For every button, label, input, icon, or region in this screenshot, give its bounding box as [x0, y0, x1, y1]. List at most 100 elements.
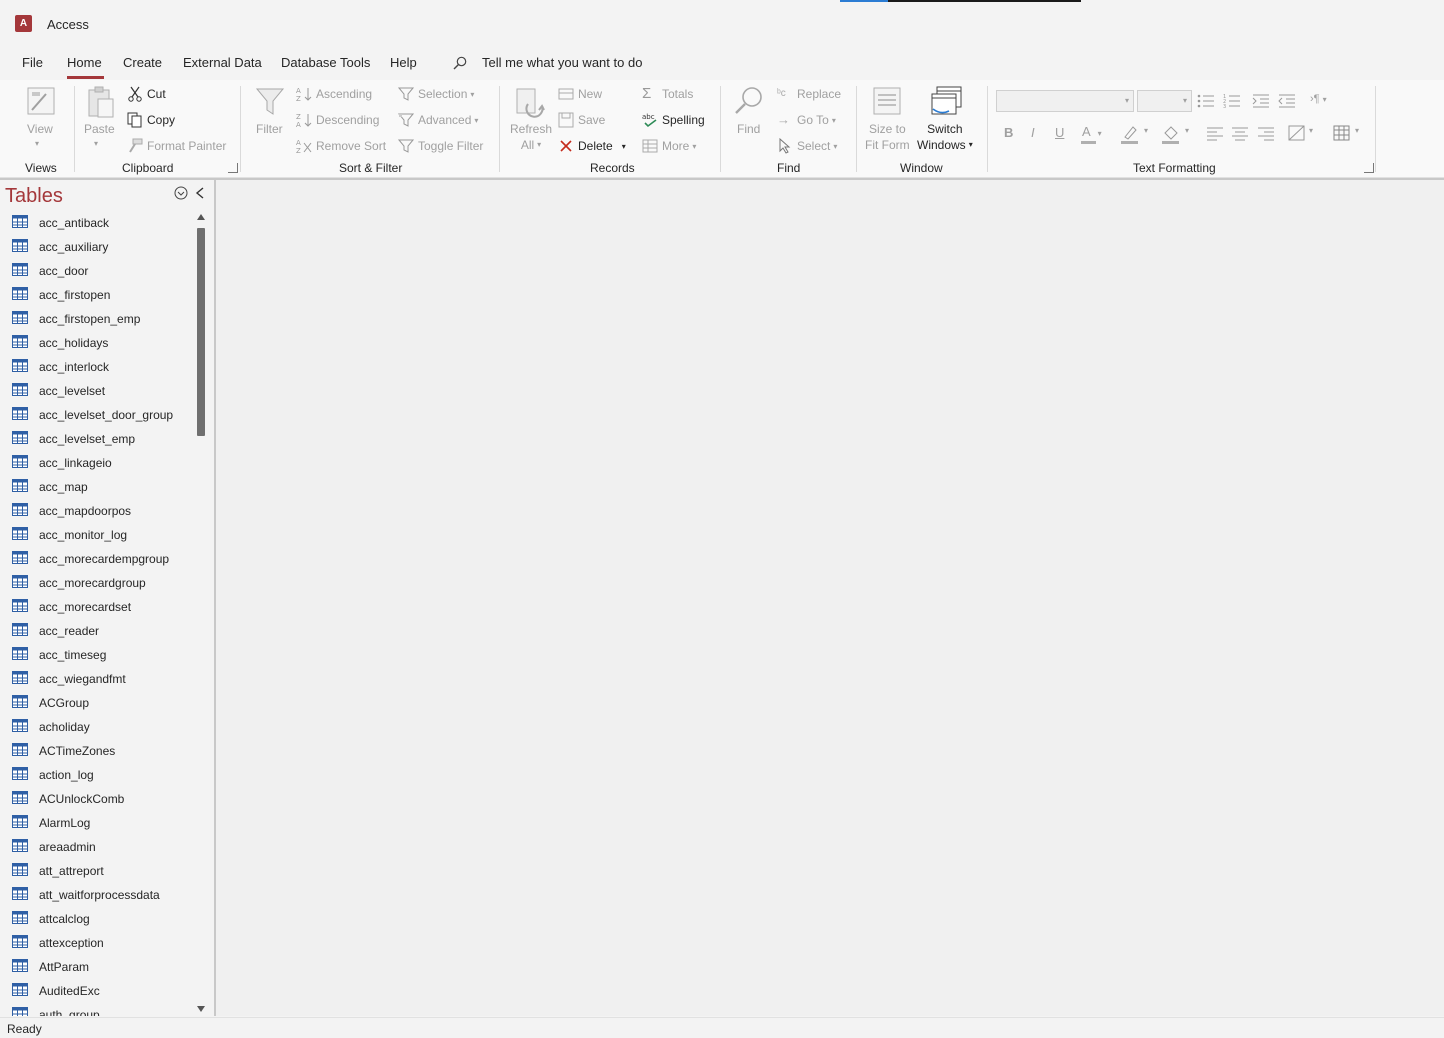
- go-to-button[interactable]: → Go To ▾: [777, 112, 836, 128]
- tab-file[interactable]: File: [22, 55, 43, 70]
- table-list-item[interactable]: ACUnlockComb: [0, 787, 194, 811]
- refresh-all-button[interactable]: Refresh All ▾: [510, 121, 552, 153]
- table-list-item[interactable]: acc_levelset_door_group: [0, 403, 194, 427]
- underline-button[interactable]: U: [1055, 125, 1064, 140]
- totals-button[interactable]: Σ Totals: [642, 86, 693, 102]
- text-formatting-launcher-icon[interactable]: [1364, 163, 1374, 173]
- size-to-fit-form-button[interactable]: Size to Fit Form: [865, 121, 910, 153]
- gridlines-icon[interactable]: [1333, 125, 1351, 141]
- paste-button[interactable]: Paste: [84, 121, 115, 137]
- clipboard-launcher-icon[interactable]: [228, 163, 238, 173]
- table-list-item[interactable]: AlarmLog: [0, 811, 194, 835]
- highlight-icon[interactable]: [1122, 125, 1138, 141]
- filter-button[interactable]: Filter: [256, 121, 283, 137]
- table-list-item[interactable]: acc_antiback: [0, 211, 194, 235]
- align-left-icon[interactable]: [1207, 127, 1223, 141]
- replace-button[interactable]: ᵇc Replace: [777, 86, 841, 102]
- table-list-item[interactable]: acc_mapdoorpos: [0, 499, 194, 523]
- nav-scrollbar[interactable]: [194, 210, 208, 1016]
- spelling-button[interactable]: abc Spelling: [642, 112, 705, 128]
- scroll-down-arrow-icon[interactable]: [197, 1006, 205, 1012]
- table-list-item[interactable]: acc_interlock: [0, 355, 194, 379]
- remove-sort-button[interactable]: A Z Remove Sort: [296, 138, 386, 154]
- nav-menu-dropdown-icon[interactable]: [174, 186, 188, 200]
- table-list-item[interactable]: attexception: [0, 931, 194, 955]
- chevron-down-icon[interactable]: ▾: [1185, 126, 1189, 135]
- view-dropdown-icon[interactable]: ▾: [35, 136, 39, 152]
- advanced-button[interactable]: Advanced ▾: [398, 112, 478, 128]
- background-color-icon[interactable]: [1288, 125, 1306, 141]
- scroll-up-arrow-icon[interactable]: [197, 214, 205, 220]
- more-button[interactable]: More ▾: [642, 138, 696, 154]
- table-list-item[interactable]: acc_firstopen_emp: [0, 307, 194, 331]
- nav-pane-title[interactable]: Tables: [5, 185, 63, 208]
- new-record-button[interactable]: New: [558, 86, 602, 102]
- paste-dropdown-icon[interactable]: ▾: [94, 136, 98, 152]
- table-list-item[interactable]: acc_holidays: [0, 331, 194, 355]
- ascending-button[interactable]: A Z Ascending: [296, 86, 372, 102]
- table-list-item[interactable]: AttParam: [0, 955, 194, 979]
- table-list-item[interactable]: acc_auxiliary: [0, 235, 194, 259]
- tab-database-tools[interactable]: Database Tools: [281, 55, 370, 70]
- table-list-item[interactable]: acc_linkageio: [0, 451, 194, 475]
- table-list-item[interactable]: att_attreport: [0, 859, 194, 883]
- fill-color-icon[interactable]: [1163, 125, 1179, 141]
- numbering-icon[interactable]: 1 2 3: [1223, 93, 1241, 109]
- find-button[interactable]: Find: [737, 121, 760, 137]
- table-list-item[interactable]: acc_map: [0, 475, 194, 499]
- descending-button[interactable]: Z A Descending: [296, 112, 379, 128]
- table-list-item[interactable]: acc_reader: [0, 619, 194, 643]
- switch-windows-button[interactable]: Switch Windows ▾: [917, 121, 973, 153]
- tab-help[interactable]: Help: [390, 55, 417, 70]
- view-button[interactable]: View: [27, 121, 53, 137]
- selection-button[interactable]: Selection ▾: [398, 86, 474, 102]
- table-list-item[interactable]: auth_group: [0, 1003, 194, 1016]
- align-right-icon[interactable]: [1258, 127, 1274, 141]
- table-list-item[interactable]: acc_morecardgroup: [0, 571, 194, 595]
- table-list-item[interactable]: AuditedExc: [0, 979, 194, 1003]
- table-list-item[interactable]: acc_morecardempgroup: [0, 547, 194, 571]
- decrease-indent-icon[interactable]: [1278, 93, 1296, 109]
- table-list-item[interactable]: acc_timeseg: [0, 643, 194, 667]
- search-icon[interactable]: [453, 56, 467, 70]
- align-center-icon[interactable]: [1232, 127, 1248, 141]
- table-list-item[interactable]: acc_monitor_log: [0, 523, 194, 547]
- table-list-item[interactable]: acholiday: [0, 715, 194, 739]
- table-list-item[interactable]: acc_firstopen: [0, 283, 194, 307]
- table-list-item[interactable]: acc_morecardset: [0, 595, 194, 619]
- cut-button[interactable]: Cut: [127, 86, 166, 102]
- chevron-down-icon[interactable]: ▾: [622, 142, 626, 151]
- increase-indent-icon[interactable]: [1252, 93, 1270, 109]
- table-list-item[interactable]: acc_levelset_emp: [0, 427, 194, 451]
- font-size-combo[interactable]: ▾: [1137, 90, 1192, 112]
- font-color-button[interactable]: A ▾: [1082, 124, 1102, 139]
- table-list-item[interactable]: action_log: [0, 763, 194, 787]
- tab-create[interactable]: Create: [123, 55, 162, 70]
- chevron-down-icon[interactable]: ▾: [1355, 126, 1359, 135]
- font-name-combo[interactable]: ▾: [996, 90, 1134, 112]
- italic-button[interactable]: I: [1031, 125, 1035, 140]
- table-list-item[interactable]: att_waitforprocessdata: [0, 883, 194, 907]
- delete-record-button[interactable]: Delete ▾: [558, 138, 626, 154]
- bold-button[interactable]: B: [1004, 125, 1013, 140]
- chevron-down-icon[interactable]: ▾: [1309, 126, 1313, 135]
- table-list-item[interactable]: ACGroup: [0, 691, 194, 715]
- save-record-button[interactable]: Save: [558, 112, 605, 128]
- table-list-item[interactable]: areaadmin: [0, 835, 194, 859]
- toggle-filter-button[interactable]: Toggle Filter: [398, 138, 483, 154]
- table-list-item[interactable]: acc_door: [0, 259, 194, 283]
- scroll-thumb[interactable]: [197, 228, 205, 436]
- table-list-item[interactable]: acc_wiegandfmt: [0, 667, 194, 691]
- table-list-item[interactable]: attcalclog: [0, 907, 194, 931]
- tab-home[interactable]: Home: [67, 55, 102, 70]
- table-list-item[interactable]: ACTimeZones: [0, 739, 194, 763]
- format-painter-button[interactable]: Format Painter: [127, 138, 226, 154]
- tab-external-data[interactable]: External Data: [183, 55, 262, 70]
- tell-me-box[interactable]: Tell me what you want to do: [482, 55, 642, 70]
- paragraph-direction-icon[interactable]: ›¶ ▾: [1310, 93, 1327, 105]
- shutter-bar-close-icon[interactable]: [194, 186, 206, 200]
- copy-button[interactable]: Copy: [127, 112, 175, 128]
- chevron-down-icon[interactable]: ▾: [1144, 126, 1148, 135]
- select-button[interactable]: Select ▾: [777, 138, 837, 154]
- bullets-icon[interactable]: [1197, 93, 1215, 109]
